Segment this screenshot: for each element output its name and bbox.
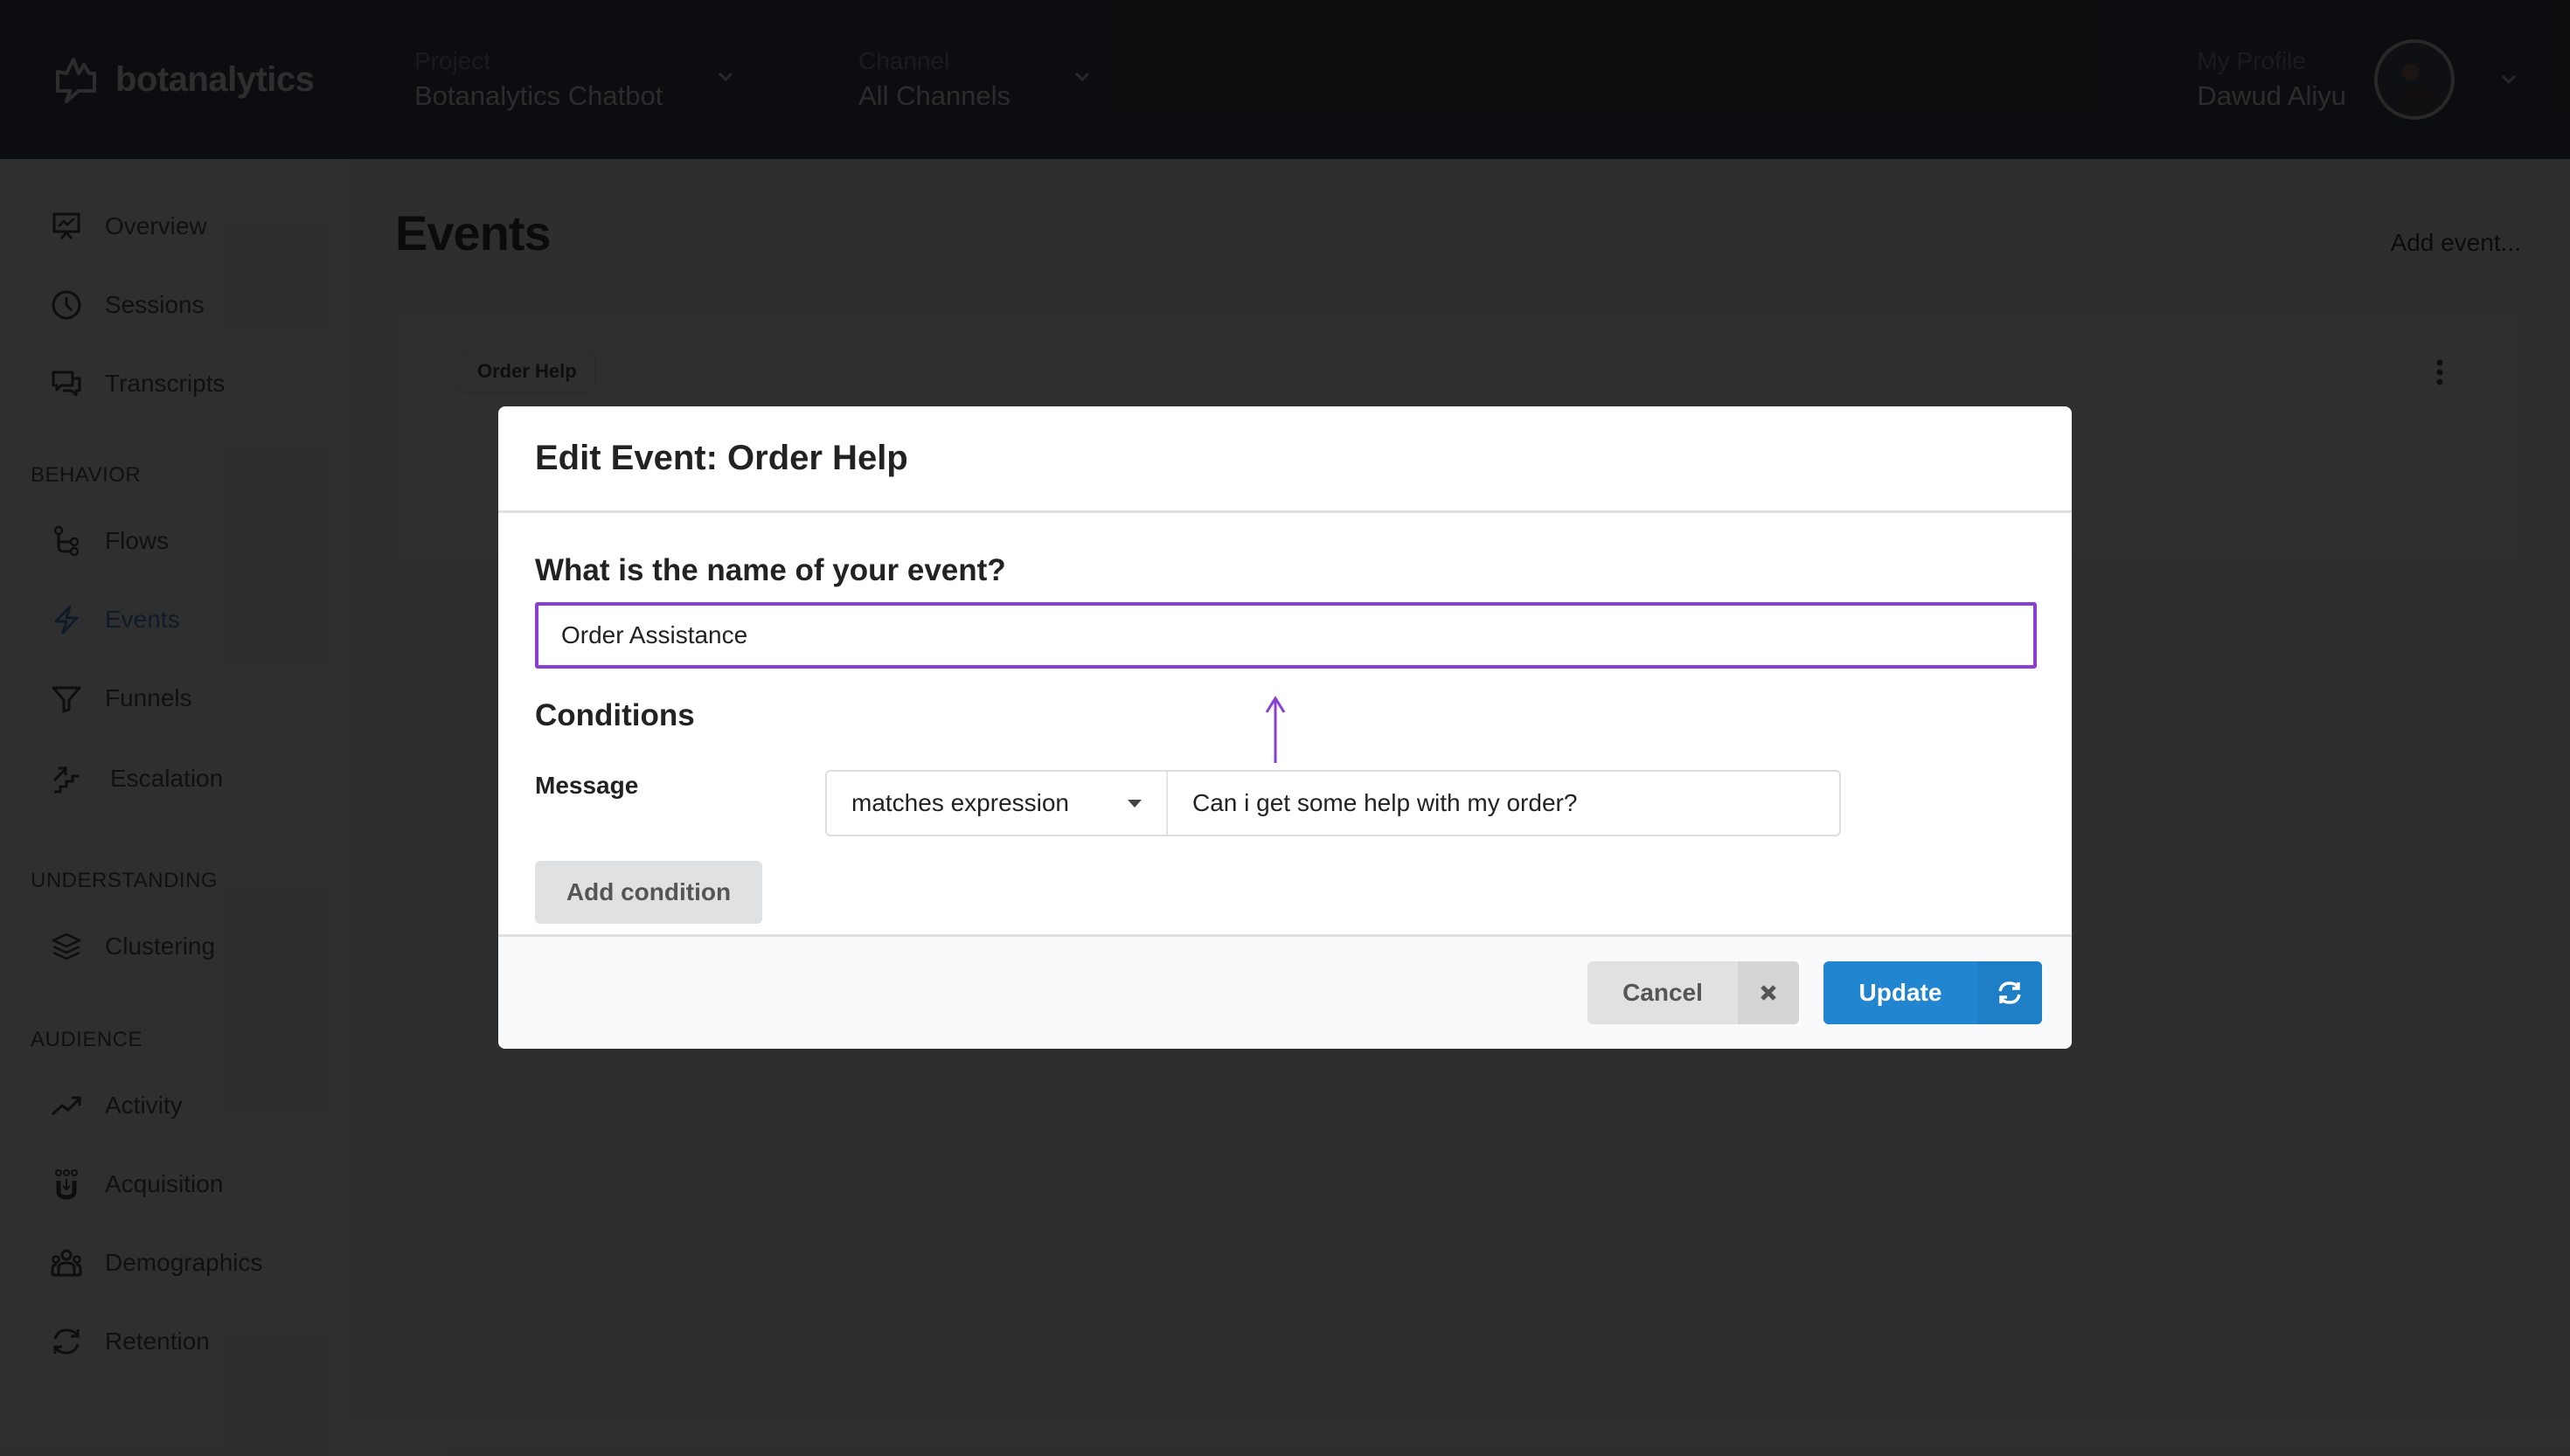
modal-title: Edit Event: Order Help [535, 439, 908, 477]
modal-header: Edit Event: Order Help [498, 406, 2072, 513]
event-name-label: What is the name of your event? [535, 553, 1006, 587]
event-name-input[interactable] [535, 602, 2037, 669]
condition-field-label: Message [535, 772, 639, 799]
condition-operator-value: matches expression [851, 789, 1070, 816]
update-button-label: Update [1858, 979, 1942, 1006]
add-condition-button[interactable]: Add condition [535, 861, 762, 924]
arrow-up-icon [1265, 696, 1286, 763]
close-icon [1738, 961, 1799, 1024]
modal-footer: Cancel Update [498, 934, 2072, 1049]
update-button[interactable]: Update [1823, 961, 2042, 1024]
condition-row: matches expression [825, 770, 1841, 836]
caret-down-icon [1128, 800, 1142, 808]
cancel-button[interactable]: Cancel [1587, 961, 1799, 1024]
refresh-icon [1977, 961, 2042, 1024]
conditions-title: Conditions [535, 698, 695, 732]
condition-value-input[interactable] [1168, 772, 1839, 835]
edit-event-modal: Edit Event: Order Help What is the name … [498, 406, 2072, 1049]
condition-operator-select[interactable]: matches expression [827, 772, 1168, 835]
cancel-button-label: Cancel [1622, 979, 1703, 1006]
